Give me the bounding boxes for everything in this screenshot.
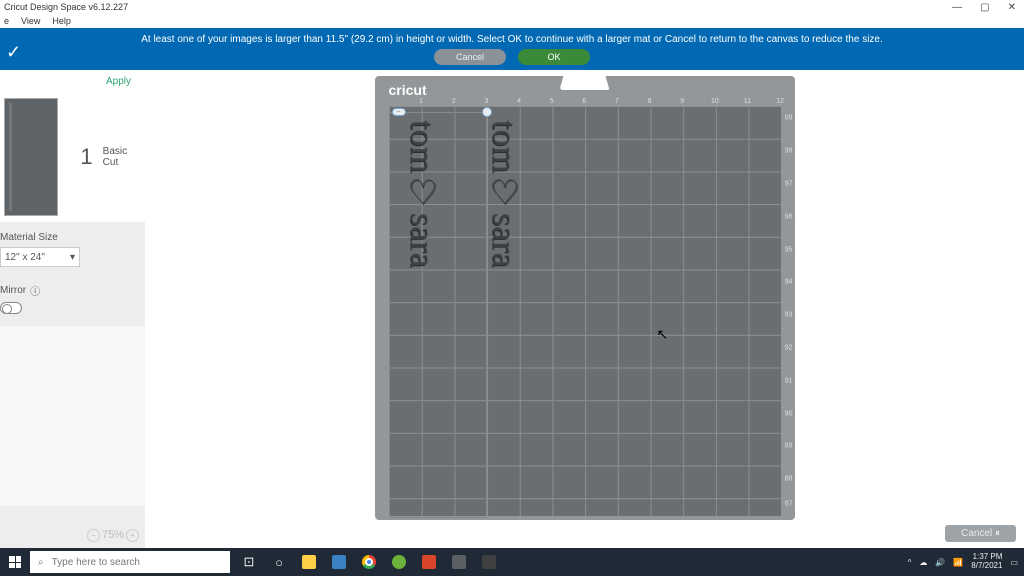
ruler-tick: 87 <box>785 500 793 507</box>
ruler-tick: 9 <box>680 98 684 105</box>
windows-icon <box>9 556 21 568</box>
taskbar-app-explorer[interactable] <box>294 548 324 576</box>
design-shape-b[interactable]: tom♡sara <box>487 120 521 268</box>
cancel-chip-label: Cancel ⏸ <box>961 528 1000 539</box>
mat-brand: cricut <box>389 82 427 98</box>
ruler-tick: 4 <box>517 98 521 105</box>
ruler-vertical: 09 98 97 96 95 94 93 92 91 90 89 88 87 <box>781 106 793 516</box>
ruler-tick: 7 <box>615 98 619 105</box>
ruler-tick: 89 <box>785 443 793 450</box>
taskbar-search[interactable]: ⌕ Type here to search <box>30 551 230 573</box>
ruler-tick: 92 <box>785 344 793 351</box>
resize-handle-tr[interactable] <box>482 107 492 117</box>
search-placeholder: Type here to search <box>52 557 140 568</box>
canvas-area: cricut 1 2 3 4 5 6 7 8 9 10 11 12 09 98 … <box>145 70 1024 548</box>
ruler-tick: 88 <box>785 476 793 483</box>
window-titlebar: Cricut Design Space v6.12.227 — ▢ ✕ <box>0 0 1024 14</box>
taskbar-app-chrome[interactable] <box>354 548 384 576</box>
zoom-out-button[interactable]: − <box>87 529 100 542</box>
ruler-tick: 94 <box>785 279 793 286</box>
mirror-toggle[interactable] <box>0 302 22 314</box>
ruler-horizontal: 1 2 3 4 5 6 7 8 9 10 11 12 <box>389 98 787 106</box>
ruler-tick: 11 <box>744 98 751 105</box>
ruler-tick: 5 <box>550 98 554 105</box>
taskbar-app-cricut[interactable] <box>474 548 504 576</box>
material-size-value: 12" x 24" <box>5 252 45 263</box>
clock-date: 8/7/2021 <box>971 562 1002 571</box>
system-tray: ^ ☁ 🔊 📶 1:37 PM 8/7/2021 ▭ <box>908 553 1024 571</box>
ruler-tick: 90 <box>785 410 793 417</box>
mat-thumbnail-row: 1 Basic Cut <box>0 92 145 222</box>
tray-volume-icon[interactable]: 🔊 <box>935 558 945 567</box>
rotate-handle[interactable]: ⇔ <box>392 108 406 116</box>
apply-button[interactable]: Apply <box>106 76 131 87</box>
taskbar-app-cortana[interactable]: ○ <box>264 548 294 576</box>
ruler-tick: 98 <box>785 148 793 155</box>
menu-bar: e View Help <box>0 14 1024 28</box>
ruler-tick: 95 <box>785 246 793 253</box>
ruler-tick: 96 <box>785 213 793 220</box>
taskbar-app-gray[interactable] <box>444 548 474 576</box>
ruler-tick: 93 <box>785 312 793 319</box>
notifications-icon[interactable]: ▭ <box>1010 558 1018 567</box>
chevron-down-icon: ▾ <box>70 252 75 263</box>
mirror-label: Mirror <box>0 285 26 296</box>
taskbar-app-green[interactable] <box>384 548 414 576</box>
ruler-tick: 6 <box>582 98 586 105</box>
ruler-tick: 1 <box>419 98 423 105</box>
mat-thumbnail[interactable] <box>4 98 58 216</box>
ruler-tick: 97 <box>785 180 793 187</box>
cancel-chip[interactable]: Cancel ⏸ <box>945 525 1016 542</box>
app-title: Cricut Design Space v6.12.227 <box>4 2 128 12</box>
ruler-tick: 2 <box>452 98 456 105</box>
warning-message: At least one of your images is larger th… <box>0 28 1024 45</box>
cancel-button[interactable]: Cancel <box>434 49 506 65</box>
zoom-value: 75% <box>102 529 124 541</box>
taskbar-app-red[interactable] <box>414 548 444 576</box>
search-icon: ⌕ <box>38 557 44 568</box>
ruler-tick: 09 <box>785 115 793 122</box>
taskbar-clock[interactable]: 1:37 PM 8/7/2021 <box>971 553 1002 571</box>
ruler-tick: 8 <box>648 98 652 105</box>
material-size-select[interactable]: 12" x 24" ▾ <box>0 247 80 267</box>
left-panel: Apply 1 Basic Cut Material Size 12" x 24… <box>0 70 145 548</box>
check-icon: ✓ <box>6 42 21 63</box>
tray-wifi-icon[interactable]: 📶 <box>953 558 963 567</box>
maximize-icon[interactable]: ▢ <box>980 2 989 13</box>
blank-area <box>0 326 145 506</box>
ruler-tick: 3 <box>484 98 488 105</box>
tray-cloud-icon[interactable]: ☁ <box>919 558 927 567</box>
task-view-icon[interactable]: ⊡ <box>234 548 264 576</box>
menu-item-file[interactable]: e <box>4 16 9 26</box>
ruler-tick: 12 <box>776 98 784 105</box>
warning-banner: ✓ At least one of your images is larger … <box>0 28 1024 70</box>
mirror-row: Mirror ⓘ <box>0 283 145 298</box>
zoom-controls: − 75% + <box>0 522 145 548</box>
ruler-tick: 10 <box>711 98 719 105</box>
start-button[interactable] <box>0 556 30 568</box>
cutting-mat[interactable]: cricut 1 2 3 4 5 6 7 8 9 10 11 12 09 98 … <box>375 76 795 520</box>
tray-caret-icon[interactable]: ^ <box>908 558 912 567</box>
zoom-in-button[interactable]: + <box>126 529 139 542</box>
cut-type-label: Basic Cut <box>103 146 145 168</box>
menu-item-view[interactable]: View <box>21 16 40 26</box>
mat-tab <box>560 76 610 90</box>
mat-number: 1 <box>80 144 92 170</box>
menu-item-help[interactable]: Help <box>52 16 71 26</box>
design-shape-a[interactable]: tom♡sara <box>405 120 439 268</box>
ruler-tick: 91 <box>785 377 793 384</box>
ok-button[interactable]: OK <box>518 49 590 65</box>
material-size-label: Material Size <box>0 222 145 247</box>
info-icon[interactable]: ⓘ <box>30 283 40 298</box>
close-icon[interactable]: ✕ <box>1008 2 1016 13</box>
taskbar: ⌕ Type here to search ⊡ ○ ^ ☁ 🔊 📶 1:37 P… <box>0 548 1024 576</box>
taskbar-app-mail[interactable] <box>324 548 354 576</box>
minimize-icon[interactable]: — <box>952 2 962 13</box>
